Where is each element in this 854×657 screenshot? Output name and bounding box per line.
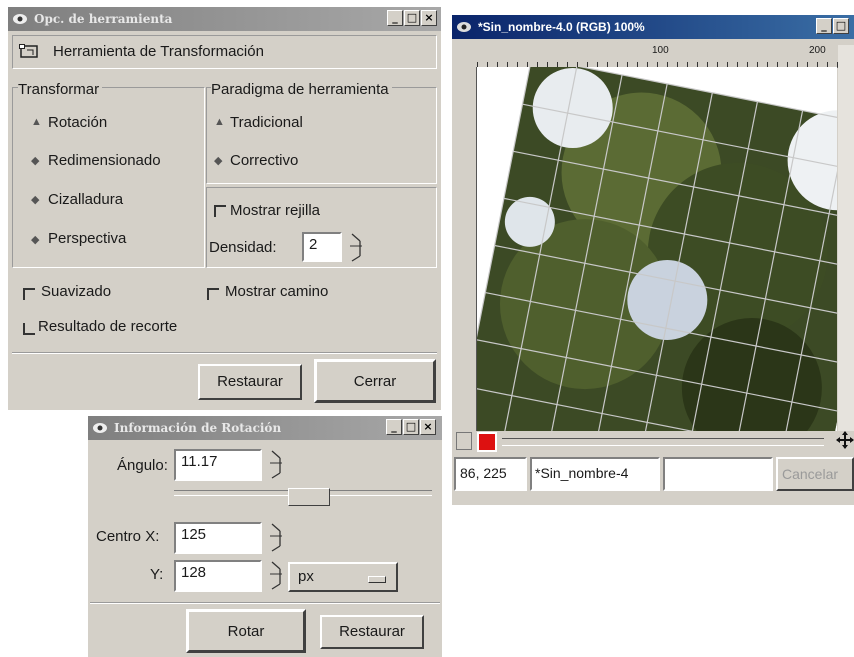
radio-perspective-label[interactable]: Perspectiva (48, 230, 126, 247)
transform-group-label: Transformar (18, 81, 103, 98)
maximize-icon[interactable]: □ (404, 10, 420, 26)
clip-checkbox[interactable] (23, 323, 35, 335)
angle-label: Ángulo: (117, 457, 168, 474)
show-path-checkbox[interactable] (207, 288, 219, 300)
tool-options-window: Opc. de herramienta _ □ × Herramienta de… (8, 7, 441, 410)
status-image-name: *Sin_nombre-4 (530, 457, 660, 491)
close-icon[interactable]: × (420, 419, 436, 435)
horizontal-scrollbar[interactable] (502, 438, 824, 446)
tool-header: Herramienta de Transformación (12, 35, 437, 69)
angle-spinner-icon[interactable] (268, 449, 284, 479)
angle-slider-handle[interactable] (288, 488, 330, 506)
density-input[interactable]: 2 (302, 232, 342, 262)
status-progress (663, 457, 773, 491)
show-grid-label[interactable]: Mostrar rejilla (230, 202, 320, 219)
paradigm-group-label: Paradigma de herramienta (211, 81, 392, 98)
radio-perspective-icon[interactable]: ◆ (31, 233, 45, 247)
option-menu-icon (368, 576, 386, 583)
rotate-button[interactable]: Rotar (186, 609, 306, 653)
center-y-label: Y: (150, 566, 164, 583)
image-titlebar[interactable]: *Sin_nombre-4.0 (RGB) 100% _ □ (452, 15, 854, 39)
radio-traditional-icon[interactable]: ▲ (214, 115, 228, 129)
close-button[interactable]: Cerrar (314, 359, 436, 403)
radio-scale-icon[interactable]: ◆ (31, 154, 45, 168)
minimize-icon[interactable]: _ (816, 18, 832, 34)
smooth-checkbox[interactable] (23, 288, 35, 300)
paradigm-group (206, 87, 437, 184)
gimp-eye-icon (457, 22, 471, 32)
tool-options-title: Opc. de herramienta (34, 12, 173, 26)
image-title: *Sin_nombre-4.0 (RGB) 100% (478, 20, 645, 34)
clip-label[interactable]: Resultado de recorte (38, 318, 177, 335)
gimp-eye-icon (93, 423, 107, 433)
close-icon[interactable]: × (421, 10, 437, 26)
quickmask-icon[interactable] (477, 432, 497, 452)
ruler-label-100: 100 (652, 45, 669, 56)
unit-select-value: px (298, 568, 314, 585)
minimize-icon[interactable]: _ (387, 10, 403, 26)
transform-tool-icon (19, 44, 38, 58)
vertical-scrollbar[interactable] (838, 45, 854, 431)
radio-corrective-icon[interactable]: ◆ (214, 154, 228, 168)
center-x-spinner-icon[interactable] (268, 522, 284, 552)
maximize-icon[interactable]: □ (833, 18, 849, 34)
rotated-photo (477, 67, 837, 431)
tool-name-label: Herramienta de Transformación (53, 43, 264, 60)
vertical-ruler (456, 67, 477, 431)
gimp-eye-icon (13, 14, 27, 24)
rotation-titlebar[interactable]: Información de Rotación _ □ × (88, 416, 442, 440)
center-y-spinner-icon[interactable] (268, 560, 284, 590)
image-window: *Sin_nombre-4.0 (RGB) 100% _ □ 100 200 8… (452, 15, 854, 505)
quickmask-icon[interactable] (456, 432, 472, 450)
smooth-label[interactable]: Suavizado (41, 283, 111, 300)
image-canvas[interactable] (477, 67, 837, 431)
separator (90, 602, 440, 604)
radio-shear-label[interactable]: Cizalladura (48, 191, 123, 208)
minimize-icon[interactable]: _ (386, 419, 402, 435)
center-x-label: Centro X: (96, 528, 160, 545)
radio-rotation-icon[interactable]: ▲ (31, 115, 45, 129)
rotation-restore-button[interactable]: Restaurar (320, 615, 424, 649)
center-x-input[interactable]: 125 (174, 522, 262, 554)
radio-shear-icon[interactable]: ◆ (31, 193, 45, 207)
horizontal-ruler: 100 200 (477, 45, 839, 68)
rotation-info-window: Información de Rotación _ □ × Ángulo: 11… (88, 416, 442, 657)
show-path-label[interactable]: Mostrar camino (225, 283, 328, 300)
unit-select[interactable]: px (288, 562, 398, 592)
density-label: Densidad: (209, 239, 277, 256)
radio-corrective-label[interactable]: Correctivo (230, 152, 298, 169)
navigate-cross-icon[interactable] (836, 431, 854, 449)
angle-input[interactable]: 11.17 (174, 449, 262, 481)
center-y-input[interactable]: 128 (174, 560, 262, 592)
radio-scale-label[interactable]: Redimensionado (48, 152, 161, 169)
rotation-title: Información de Rotación (114, 421, 282, 435)
separator (12, 352, 437, 354)
cancel-button[interactable]: Cancelar (776, 457, 854, 491)
angle-slider-track[interactable] (174, 486, 432, 506)
radio-rotation-label[interactable]: Rotación (48, 114, 107, 131)
status-coordinates: 86, 225 (454, 457, 527, 491)
tool-options-titlebar[interactable]: Opc. de herramienta _ □ × (8, 7, 441, 31)
radio-traditional-label[interactable]: Tradicional (230, 114, 303, 131)
ruler-label-200: 200 (809, 45, 826, 56)
density-spinner-icon[interactable] (348, 232, 364, 262)
maximize-icon[interactable]: □ (403, 419, 419, 435)
show-grid-checkbox[interactable] (214, 205, 226, 217)
restore-button[interactable]: Restaurar (198, 364, 302, 400)
